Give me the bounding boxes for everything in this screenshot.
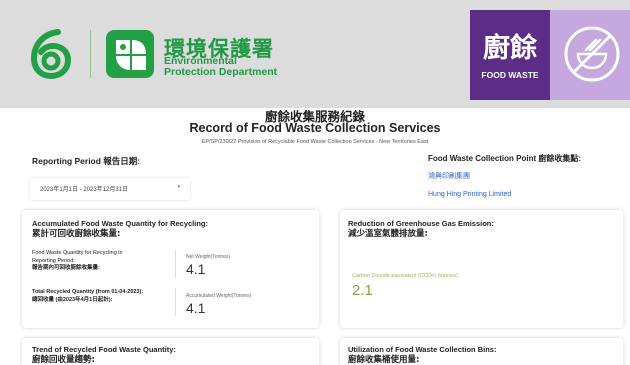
food-waste-bowl-icon [564,26,620,82]
period-quantity-label-zh: 報告期內可回收廚餘收集量: [32,265,100,271]
bins-card-title: Utilization of Food Waste Collection Bin… [348,344,496,365]
collection-point-label: Food Waste Collection Point 廚餘收集點: [428,154,582,163]
food-waste-zh: 廚餘 [483,33,537,64]
accumulated-card-title: Accumulated Food Waste Quantity for Recy… [32,218,208,240]
trend-title-zh: 廚餘回收量趨勢: [32,355,95,365]
total-quantity-value: 4.1 [186,300,206,316]
ghg-card-title: Reduction of Greenhouse Gas Emission: 減少… [348,218,494,240]
total-quantity-label-zh: 總回收量 (由2023年4月1日起計): [32,296,113,303]
reporting-period-label: Reporting Period 報告日期: [32,156,141,166]
trend-title-en: Trend of Recycled Food Waste Quantity: [32,345,176,354]
ghg-title-en: Reduction of Greenhouse Gas Emission: [348,219,494,228]
reporting-period-select[interactable]: 2023年1月1日 - 2023年12月31日 ▾ [30,178,190,200]
epd-name-en: Environmental Protection Department [164,56,277,78]
accumulated-title-zh: 累計可回收廚餘收集量: [32,229,121,239]
ghg-field-label: Carbon Dioxide equivalent (CO2e) (tonnes… [352,273,458,279]
total-quantity-label: Total Recycled Quantity (from 01-04-2023… [32,289,182,304]
collection-point-name-en[interactable]: Hung Hing Printing Limited [428,191,511,198]
period-quantity-label-en-2: Reporting Period: [32,257,75,264]
trend-card: Trend of Recycled Food Waste Quantity: 廚… [22,338,319,365]
trend-card-title: Trend of Recycled Food Waste Quantity: 廚… [32,344,176,365]
ghg-value: 2.1 [352,282,373,299]
bins-title-en: Utilization of Food Waste Collection Bin… [348,345,497,354]
ghg-reduction-card: Reduction of Greenhouse Gas Emission: 減少… [340,210,623,328]
period-quantity-label-en-1: Food Waste Quantity for Recycling in [32,250,123,256]
period-quantity-value: 4.1 [186,261,206,277]
page-subtitle: EP/SP/230/22 Provision of Recyclable Foo… [201,139,429,145]
bins-title-zh: 廚餘收集桶使用量: [348,355,420,365]
hksar-six-logo [30,29,72,80]
period-field-divider [175,250,176,278]
page-title-en: Record of Food Waste Collection Services [189,121,441,135]
period-field-label: Net Weight(Tonnes) [186,254,231,260]
food-waste-en: FOOD WASTE [481,70,539,80]
collection-point-name-zh[interactable]: 鴻興印刷集團 [428,171,470,181]
epd-name-en-line2: Protection Department [164,66,278,78]
caret-down-icon: ▾ [177,184,180,190]
epd-logo [106,30,154,78]
bins-utilization-card: Utilization of Food Waste Collection Bin… [340,338,623,365]
total-field-label: Accumulated Weight(Tonnes) [186,293,252,299]
reporting-period-value: 2023年1月1日 - 2023年12月31日 [40,187,129,193]
ghg-title-zh: 減少溫室氣體排放量: [348,229,428,239]
total-field-divider [175,288,176,316]
total-quantity-label-en: Total Recycled Quantity (from 01-04-2023… [32,289,144,295]
accumulated-quantity-card: Accumulated Food Waste Quantity for Recy… [22,210,319,328]
accumulated-title-en: Accumulated Food Waste Quantity for Recy… [32,219,208,228]
period-quantity-label: Food Waste Quantity for Recycling in Rep… [32,250,182,273]
header-divider [90,30,91,78]
